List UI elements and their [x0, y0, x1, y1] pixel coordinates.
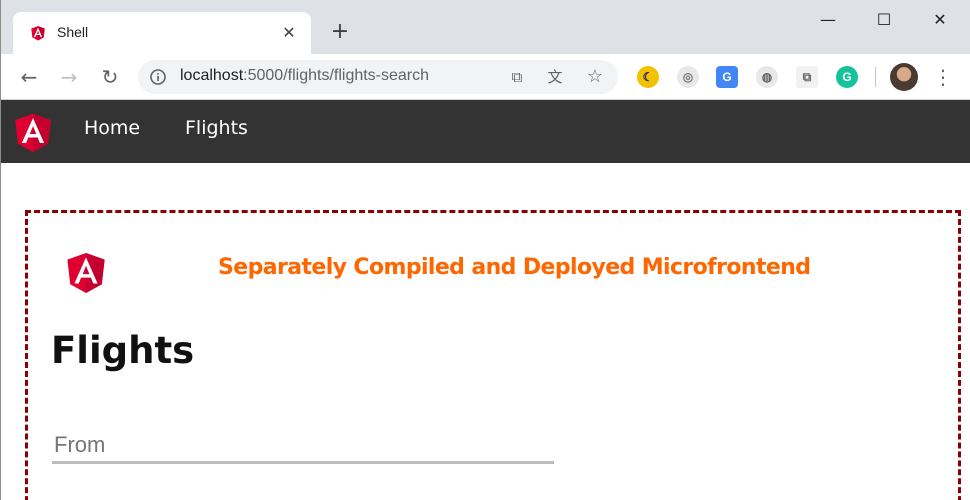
extension-google-translate-icon[interactable]: G: [716, 66, 738, 88]
close-window-icon[interactable]: ✕: [917, 5, 963, 35]
app-navbar: Home Flights: [1, 100, 970, 163]
from-input[interactable]: [52, 428, 554, 464]
forward-arrow-icon[interactable]: →: [55, 63, 83, 91]
extension-puzzle-icon[interactable]: ⧉: [796, 66, 818, 88]
extension-globe-icon[interactable]: ◍: [756, 66, 778, 88]
kebab-menu-icon[interactable]: ⋮: [931, 63, 955, 91]
extension-moon-icon[interactable]: ☾: [637, 66, 659, 88]
star-icon[interactable]: ☆: [586, 68, 604, 86]
toolbar-separator: [875, 67, 876, 87]
nav-link-flights[interactable]: Flights: [185, 117, 248, 139]
nav-link-home[interactable]: Home: [84, 117, 140, 139]
profile-avatar[interactable]: [890, 63, 918, 91]
tab-title: Shell: [57, 24, 89, 40]
reload-icon[interactable]: ↻: [96, 63, 124, 91]
minimize-icon[interactable]: —: [805, 5, 851, 35]
maximize-icon[interactable]: ☐: [861, 5, 907, 35]
extension-target-icon[interactable]: ◎: [677, 66, 699, 88]
microfrontend-container: Separately Compiled and Deployed Microfr…: [25, 210, 961, 500]
tab-close-icon[interactable]: ✕: [279, 23, 299, 43]
tab-shell[interactable]: Shell ✕: [13, 12, 311, 54]
from-field: [52, 428, 554, 464]
browser-toolbar: ← → ↻ localhost:5000/flights/flights-sea…: [1, 54, 970, 100]
tab-strip: Shell ✕ + — ☐ ✕: [1, 0, 970, 54]
angular-favicon-icon: [31, 26, 45, 41]
url-text[interactable]: localhost:5000/flights/flights-search: [180, 67, 429, 85]
open-in-new-icon[interactable]: ⧉: [508, 68, 526, 86]
new-tab-button[interactable]: +: [327, 19, 353, 45]
address-bar[interactable]: localhost:5000/flights/flights-search ⧉ …: [138, 60, 618, 94]
page-title: Flights: [51, 329, 195, 372]
angular-logo-icon: [67, 253, 105, 293]
page-content: Separately Compiled and Deployed Microfr…: [1, 163, 970, 500]
back-arrow-icon[interactable]: ←: [15, 63, 43, 91]
info-icon: [150, 69, 166, 85]
angular-logo-icon[interactable]: [9, 107, 57, 157]
translate-icon[interactable]: 文: [546, 68, 564, 86]
url-path: :5000/flights/flights-search: [243, 67, 430, 84]
microfrontend-heading: Separately Compiled and Deployed Microfr…: [218, 255, 811, 280]
browser-window: Shell ✕ + — ☐ ✕ ← → ↻ localhost:5000/fli…: [0, 0, 970, 500]
url-host: localhost: [180, 67, 244, 84]
extension-grammarly-icon[interactable]: G: [836, 66, 858, 88]
